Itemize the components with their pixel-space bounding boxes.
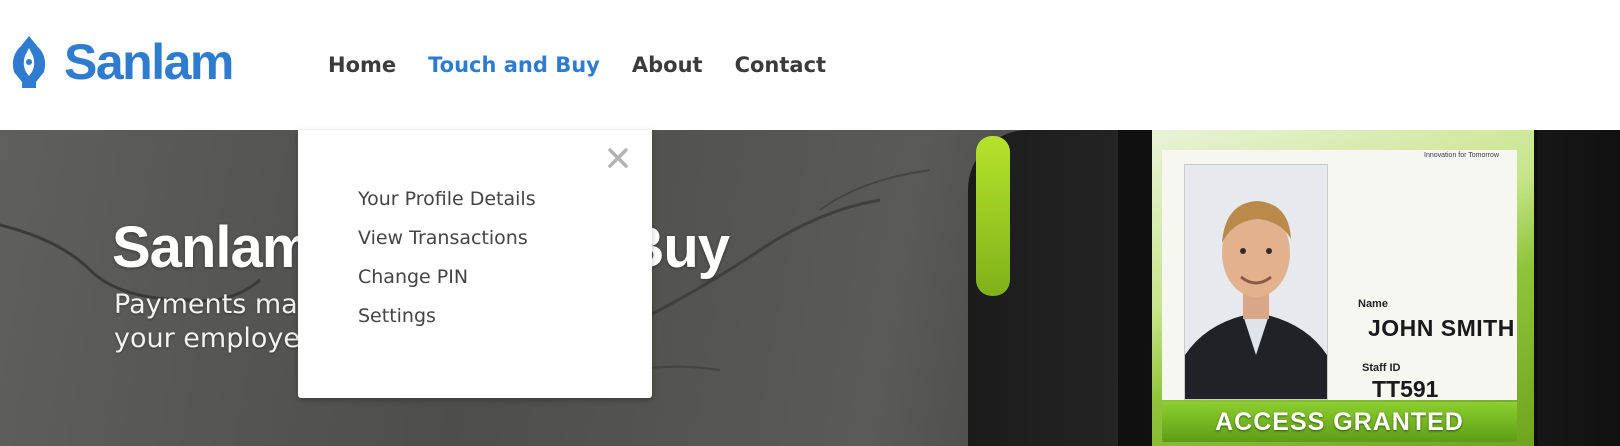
menu-item-change-pin[interactable]: Change PIN (358, 258, 536, 297)
employee-id-card: Innovation for Tomorrow Name JOHN SMITH … (1152, 130, 1534, 446)
nav-contact[interactable]: Contact (735, 48, 827, 82)
staff-id-label: Staff ID (1362, 362, 1401, 374)
name-label: Name (1358, 298, 1388, 310)
close-icon[interactable] (606, 146, 630, 170)
dropdown-menu-list: Your Profile Details View Transactions C… (358, 180, 536, 336)
nav-home[interactable]: Home (328, 48, 396, 82)
card-holder-name: JOHN SMITH (1368, 315, 1515, 341)
touch-and-buy-dropdown: Your Profile Details View Transactions C… (298, 130, 652, 398)
staff-id-value: TT591 (1372, 376, 1439, 402)
brand-logo[interactable]: Sanlam (6, 34, 234, 90)
card-body: Innovation for Tomorrow Name JOHN SMITH … (1162, 150, 1517, 402)
brand-name: Sanlam (64, 34, 234, 90)
nav-touch-and-buy[interactable]: Touch and Buy (428, 48, 600, 82)
device-accent (976, 136, 1010, 296)
employee-photo (1184, 164, 1328, 400)
menu-item-profile-details[interactable]: Your Profile Details (358, 180, 536, 219)
menu-item-settings[interactable]: Settings (358, 297, 536, 336)
nav-about[interactable]: About (632, 48, 703, 82)
main-nav: Home Touch and Buy About Contact (328, 48, 858, 82)
site-header: Sanlam Home Touch and Buy About Contact (0, 0, 1620, 130)
access-granted-banner: ACCESS GRANTED (1162, 402, 1517, 442)
menu-item-view-transactions[interactable]: View Transactions (358, 219, 536, 258)
hero-banner: Sanlam Touch and Buy Payments made easy … (0, 130, 1620, 446)
card-tagline: Innovation for Tomorrow (1424, 152, 1499, 159)
sanlam-shield-icon (12, 36, 46, 88)
